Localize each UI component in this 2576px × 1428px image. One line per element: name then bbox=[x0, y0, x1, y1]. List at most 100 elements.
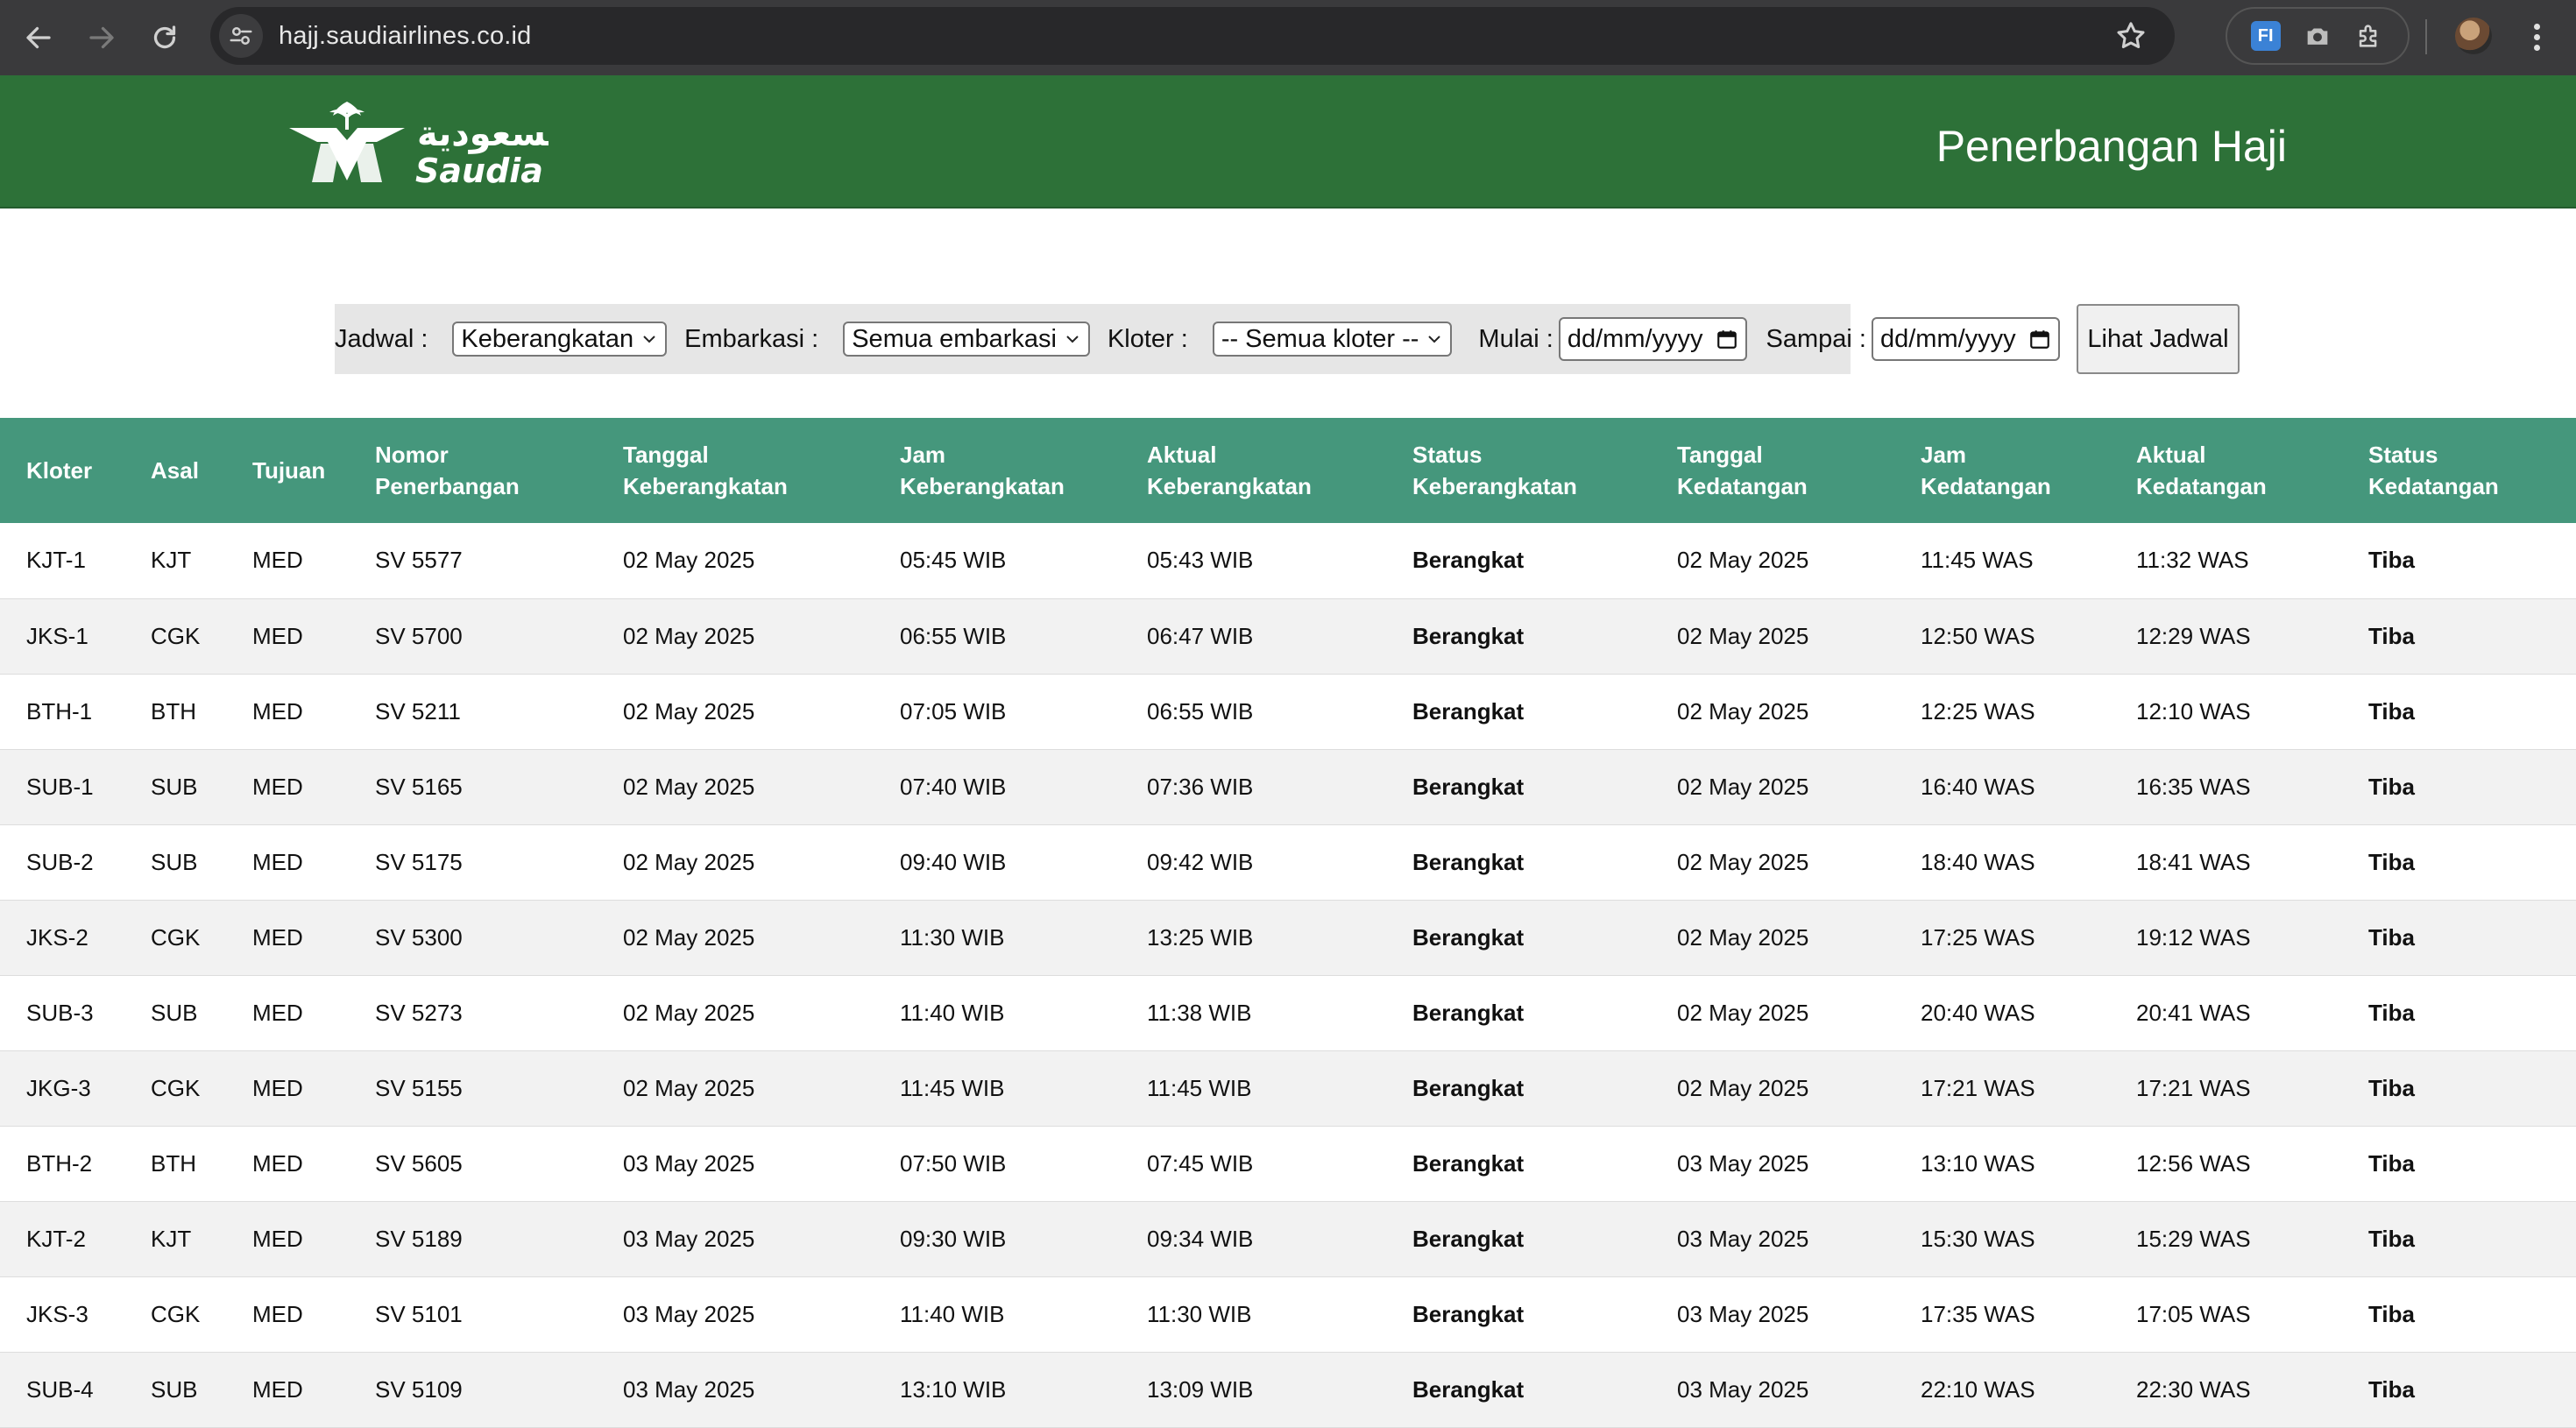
table-cell: MED bbox=[252, 999, 303, 1026]
table-cell: Berangkat bbox=[1412, 923, 1525, 951]
column-header: Tanggal Kedatangan bbox=[1651, 418, 1894, 523]
back-button[interactable] bbox=[7, 6, 70, 69]
site-info-button[interactable] bbox=[219, 14, 263, 58]
lihat-jadwal-button[interactable]: Lihat Jadwal bbox=[2077, 304, 2240, 374]
column-header-line: Nomor bbox=[375, 442, 449, 468]
camera-icon[interactable] bbox=[2300, 18, 2335, 53]
table-cell: 07:36 WIB bbox=[1147, 773, 1254, 800]
jadwal-select[interactable]: Keberangkatan bbox=[452, 322, 668, 357]
forward-arrow-icon bbox=[89, 26, 114, 49]
forward-button[interactable] bbox=[70, 6, 133, 69]
kloter-select[interactable]: -- Semua kloter -- bbox=[1212, 322, 1453, 357]
table-cell: 06:55 WIB bbox=[900, 622, 1007, 649]
saudia-logo[interactable]: السعودية Saudia bbox=[286, 95, 548, 191]
table-row: JKS-3 CGK MED SV 5101 03 May 2025 11:40 WIB 11… bbox=[0, 1276, 2576, 1352]
table-cell: Tiba bbox=[2368, 697, 2415, 725]
table-cell: SV 5577 bbox=[375, 547, 463, 574]
mulai-date-input[interactable]: dd/mm/yyyy bbox=[1558, 317, 1747, 361]
table-cell: SV 5109 bbox=[375, 1375, 463, 1403]
table-cell: 03 May 2025 bbox=[623, 1225, 755, 1252]
table-cell: SUB bbox=[151, 1375, 198, 1403]
table-cell: SUB bbox=[151, 773, 198, 800]
embarkasi-select[interactable]: Semua embarkasi bbox=[843, 322, 1090, 357]
table-cell: KJT bbox=[151, 547, 192, 574]
url-text[interactable]: hajj.saudiairlines.co.id bbox=[279, 22, 532, 51]
table-cell: CGK bbox=[151, 622, 201, 649]
table-cell: SUB-4 bbox=[26, 1375, 94, 1403]
chevron-down-icon bbox=[643, 336, 655, 343]
table-cell: 19:12 WAS bbox=[2136, 923, 2251, 951]
table-cell: Berangkat bbox=[1412, 848, 1525, 875]
table-cell: 09:30 WIB bbox=[900, 1225, 1007, 1252]
profile-avatar[interactable] bbox=[2455, 18, 2492, 54]
column-header-line: Penerbangan bbox=[375, 473, 520, 499]
table-cell: 06:47 WIB bbox=[1147, 622, 1254, 649]
table-row: KJT-2 KJT MED SV 5189 03 May 2025 09:30 WIB 09… bbox=[0, 1201, 2576, 1276]
column-header-line: Kloter bbox=[26, 457, 93, 484]
calendar-icon[interactable] bbox=[2028, 328, 2051, 350]
table-cell: MED bbox=[252, 1074, 303, 1101]
column-header-line: Kedatangan bbox=[2136, 473, 2267, 499]
table-cell: 15:29 WAS bbox=[2136, 1225, 2251, 1252]
column-header-line: Keberangkatan bbox=[1412, 473, 1577, 499]
address-bar[interactable]: hajj.saudiairlines.co.id bbox=[210, 7, 2175, 65]
table-cell: JKS-1 bbox=[26, 622, 88, 649]
table-cell: Berangkat bbox=[1412, 1375, 1525, 1403]
table-row: SUB-1 SUB MED SV 5165 02 May 2025 07:40 WIB 07… bbox=[0, 749, 2576, 824]
table-cell: 13:10 WAS bbox=[1921, 1149, 2035, 1177]
svg-text:Saudia: Saudia bbox=[415, 152, 543, 190]
table-cell: SUB-2 bbox=[26, 848, 94, 875]
table-cell: SV 5155 bbox=[375, 1074, 463, 1101]
table-cell: Tiba bbox=[2368, 1225, 2415, 1252]
table-cell: SV 5300 bbox=[375, 923, 463, 951]
table-cell: 17:05 WAS bbox=[2136, 1300, 2251, 1327]
reload-button[interactable] bbox=[133, 6, 196, 69]
fi-extension-icon[interactable]: FI bbox=[2248, 18, 2283, 53]
column-header-line: Kedatangan bbox=[1921, 473, 2051, 499]
table-cell: 02 May 2025 bbox=[623, 547, 755, 574]
table-cell: 03 May 2025 bbox=[623, 1375, 755, 1403]
extensions-puzzle-icon[interactable] bbox=[2352, 18, 2387, 53]
table-cell: Berangkat bbox=[1412, 1074, 1525, 1101]
flight-schedule-table: Kloter Asal Tujuan Nomor Penerbangan Tanggal K… bbox=[0, 418, 2576, 1428]
kloter-label: Kloter : bbox=[1107, 324, 1188, 353]
sampai-date-input[interactable]: dd/mm/yyyy bbox=[1871, 317, 2060, 361]
browser-menu-icon[interactable] bbox=[2522, 16, 2551, 58]
table-cell: Tiba bbox=[2368, 923, 2415, 951]
page-title: Penerbangan Haji bbox=[1936, 122, 2287, 171]
table-cell: BTH bbox=[151, 1149, 196, 1177]
toolbar-divider bbox=[2425, 19, 2427, 54]
column-header-line: Status bbox=[2368, 442, 2438, 468]
table-cell: MED bbox=[252, 773, 303, 800]
table-cell: 02 May 2025 bbox=[623, 1074, 755, 1101]
table-cell: JKS-3 bbox=[26, 1300, 88, 1327]
table-cell: Tiba bbox=[2368, 848, 2415, 875]
table-cell: 07:40 WIB bbox=[900, 773, 1007, 800]
table-cell: 12:56 WAS bbox=[2136, 1149, 2251, 1177]
table-cell: 11:45 WIB bbox=[1147, 1074, 1252, 1101]
table-row: JKS-1 CGK MED SV 5700 02 May 2025 06:55 WIB 06… bbox=[0, 598, 2576, 674]
column-header-line: Keberangkatan bbox=[900, 473, 1065, 499]
column-header-line: Aktual bbox=[1147, 442, 1217, 468]
table-cell: 16:40 WAS bbox=[1921, 773, 2035, 800]
table-cell: 11:30 WIB bbox=[900, 923, 1005, 951]
table-cell: 12:25 WAS bbox=[1921, 697, 2035, 725]
table-cell: BTH-2 bbox=[26, 1149, 93, 1177]
column-header-line: Jam bbox=[1921, 442, 1967, 468]
table-cell: 13:09 WIB bbox=[1147, 1375, 1254, 1403]
browser-toolbar: hajj.saudiairlines.co.id FI bbox=[0, 0, 2576, 75]
table-cell: MED bbox=[252, 1225, 303, 1252]
table-cell: SV 5605 bbox=[375, 1149, 463, 1177]
table-cell: 02 May 2025 bbox=[623, 923, 755, 951]
table-cell: 20:40 WAS bbox=[1921, 999, 2035, 1026]
table-cell: Berangkat bbox=[1412, 547, 1525, 574]
calendar-icon[interactable] bbox=[1716, 328, 1738, 350]
column-header: Kloter bbox=[0, 418, 124, 523]
column-header: Aktual Kedatangan bbox=[2110, 418, 2342, 523]
tune-icon bbox=[230, 27, 252, 45]
bookmark-star-icon[interactable] bbox=[2113, 18, 2148, 53]
sampai-label: Sampai : bbox=[1766, 324, 1866, 353]
table-cell: 02 May 2025 bbox=[1677, 622, 1809, 649]
column-header-line: Tanggal bbox=[1677, 442, 1763, 468]
table-cell: 22:30 WAS bbox=[2136, 1375, 2251, 1403]
